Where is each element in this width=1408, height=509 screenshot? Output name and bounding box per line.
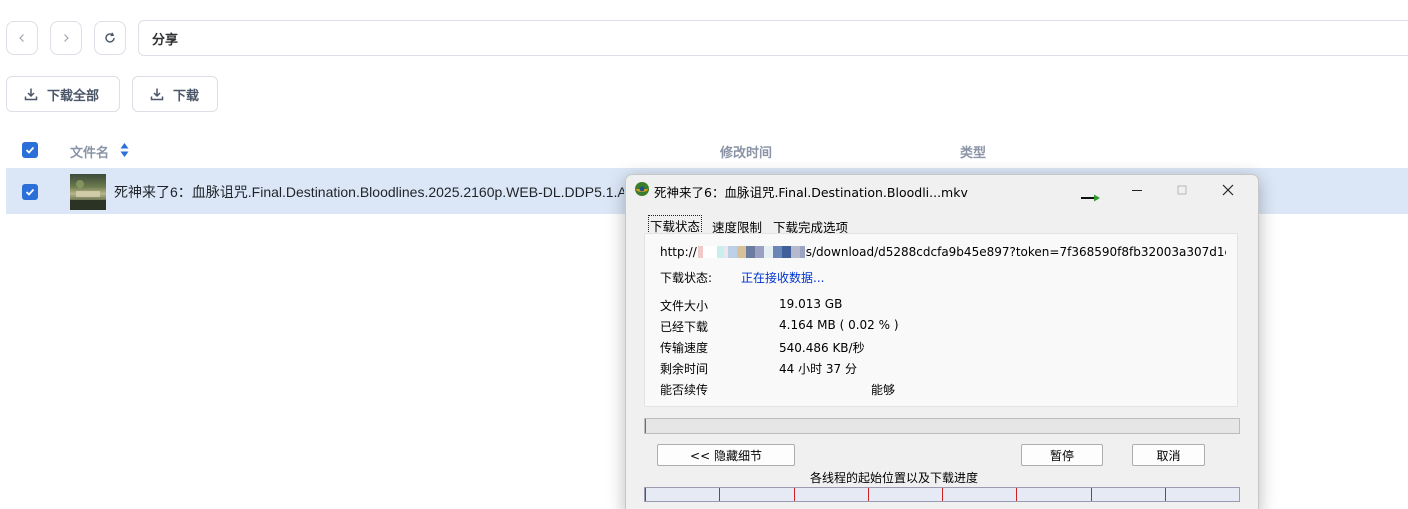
redacted-url-blur — [697, 246, 805, 258]
thread-marker — [794, 488, 795, 501]
downloaded-value: 4.164 MB ( 0.02 % ) — [779, 318, 899, 332]
download-icon — [150, 87, 164, 101]
back-button[interactable] — [6, 21, 38, 55]
path-bar[interactable]: 分享 — [138, 20, 1408, 56]
minimize-button[interactable] — [1128, 181, 1146, 199]
thread-marker — [1016, 488, 1017, 501]
download-progress-bar — [644, 418, 1240, 434]
check-icon — [25, 146, 35, 154]
refresh-button[interactable] — [94, 21, 126, 55]
arrow-icon — [1081, 191, 1103, 205]
maximize-button[interactable] — [1173, 181, 1191, 199]
url-suffix: s/download/d5288cdcfa9b45e897?token=7f36… — [805, 245, 1226, 259]
download-all-button[interactable]: 下载全部 — [6, 76, 120, 112]
chevron-left-icon — [19, 34, 24, 42]
file-size-value: 19.013 GB — [779, 297, 843, 311]
path-text: 分享 — [152, 31, 179, 47]
time-left-label: 剩余时间 — [660, 362, 709, 376]
forward-button[interactable] — [50, 21, 82, 55]
dialog-title: 死神来了6：血脉诅咒.Final.Destination.Bloodli...m… — [654, 185, 968, 200]
download-url: http:// s/download/d5288cdcfa9b45e897?to… — [660, 245, 1226, 259]
thread-marker — [1091, 488, 1092, 501]
thread-marker — [1165, 488, 1166, 501]
thread-progress-caption: 各线程的起始位置以及下载进度 — [810, 471, 979, 485]
thread-marker — [942, 488, 943, 501]
download-button[interactable]: 下载 — [132, 76, 218, 112]
transfer-speed-value: 540.486 KB/秒 — [779, 341, 865, 355]
download-all-label: 下载全部 — [47, 87, 100, 103]
time-left-value: 44 小时 37 分 — [779, 362, 857, 376]
refresh-icon — [105, 32, 115, 43]
row-checkbox[interactable] — [22, 184, 38, 200]
column-header-name[interactable]: 文件名 — [70, 142, 109, 161]
cancel-button[interactable]: 取消 — [1132, 444, 1205, 466]
status-label: 下载状态: — [660, 271, 713, 285]
select-all-checkbox[interactable] — [22, 142, 38, 158]
dialog-titlebar[interactable]: 死神来了6：血脉诅咒.Final.Destination.Bloodli...m… — [626, 175, 1258, 205]
idm-app-icon — [634, 181, 650, 200]
file-size-label: 文件大小 — [660, 299, 709, 313]
check-icon — [25, 188, 35, 196]
thread-marker — [868, 488, 869, 501]
minimize-icon — [1132, 190, 1142, 191]
resume-support-value: 能够 — [871, 383, 896, 397]
close-icon — [1222, 184, 1234, 196]
thread-progress-bar — [644, 487, 1240, 502]
status-value: 正在接收数据... — [741, 271, 825, 285]
maximize-icon — [1177, 185, 1187, 195]
chevron-right-icon — [64, 34, 69, 42]
column-header-modified[interactable]: 修改时间 — [720, 142, 772, 161]
download-label: 下载 — [173, 87, 200, 103]
resume-support-label: 能否续传 — [660, 383, 709, 397]
url-prefix: http:// — [660, 245, 697, 259]
download-icon — [24, 87, 38, 101]
pause-button[interactable]: 暂停 — [1021, 444, 1103, 466]
video-thumbnail — [70, 174, 106, 210]
hide-details-button[interactable]: << 隐藏细节 — [657, 444, 795, 466]
sort-icon[interactable] — [120, 142, 129, 163]
thread-marker — [719, 488, 720, 501]
download-info-panel — [644, 233, 1238, 407]
transfer-speed-label: 传输速度 — [660, 341, 709, 355]
column-header-type[interactable]: 类型 — [960, 142, 986, 161]
thread-marker — [645, 488, 646, 501]
downloaded-label: 已经下载 — [660, 320, 709, 334]
close-button[interactable] — [1219, 181, 1237, 199]
file-name[interactable]: 死神来了6：血脉诅咒.Final.Destination.Bloodlines.… — [114, 182, 624, 202]
download-dialog: 死神来了6：血脉诅咒.Final.Destination.Bloodli...m… — [625, 174, 1259, 509]
